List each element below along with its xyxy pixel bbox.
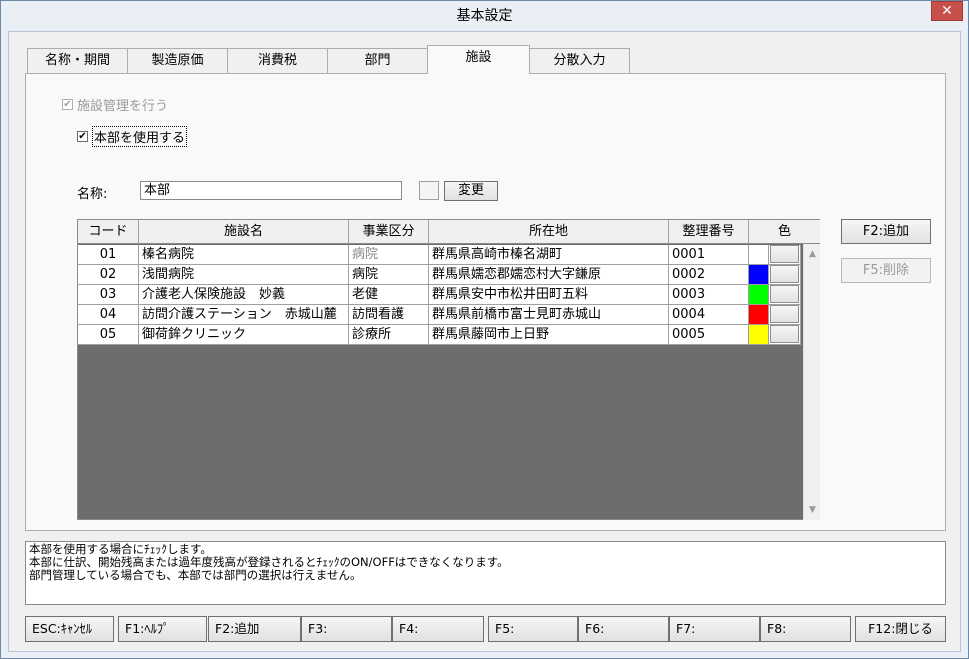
cell-ref-no: 0003 xyxy=(669,285,749,305)
row-color-swatch xyxy=(749,265,769,284)
headquarters-color-swatch xyxy=(419,181,439,200)
esc-cancel-button[interactable]: ESC:ｷｬﾝｾﾙ xyxy=(25,616,114,642)
cell-name: 介護老人保険施設 妙義 xyxy=(139,285,349,305)
cell-ref-no: 0005 xyxy=(669,325,749,345)
facility-table: コード 施設名 事業区分 所在地 整理番号 色 01 榛名病院 病院 群馬県高崎… xyxy=(77,219,820,520)
tab-facility[interactable]: 施設 xyxy=(427,45,530,74)
cell-address: 群馬県高崎市榛名湖町 xyxy=(429,245,669,265)
add-facility-button[interactable]: F2:追加 xyxy=(841,219,931,244)
delete-facility-button[interactable]: F5:削除 xyxy=(841,258,931,283)
tab-name-period[interactable]: 名称・期間 xyxy=(27,48,128,74)
table-row[interactable]: 02 浅間病院 病院 群馬県嬬恋郡嬬恋村大字鎌原 0002 xyxy=(78,265,801,285)
f6-button[interactable]: F6: xyxy=(578,616,669,642)
cell-color xyxy=(749,245,801,265)
f2-add-button[interactable]: F2:追加 xyxy=(208,616,301,642)
use-headquarters-label: 本部を使用する xyxy=(92,126,188,147)
cell-name: 御荷鉾クリニック xyxy=(139,325,349,345)
f3-button[interactable]: F3: xyxy=(301,616,392,642)
scroll-down-icon[interactable]: ▼ xyxy=(804,502,821,518)
row-color-swatch xyxy=(749,305,769,324)
change-button[interactable]: 変更 xyxy=(444,181,498,201)
scroll-up-icon[interactable]: ▲ xyxy=(804,246,821,262)
cell-color xyxy=(749,265,801,285)
title-bar: 基本設定 ✕ xyxy=(1,1,968,31)
help-message-line: 部門管理している場合でも、本部では部門の選択は行えません。 xyxy=(29,568,362,582)
cell-category: 病院 xyxy=(349,265,429,285)
cell-code: 03 xyxy=(78,285,139,305)
col-header-color: 色 xyxy=(777,224,791,239)
tab-consumption-tax[interactable]: 消費税 xyxy=(227,48,328,74)
tab-distributed-input[interactable]: 分散入力 xyxy=(529,48,630,74)
cell-color xyxy=(749,285,801,305)
cell-code: 02 xyxy=(78,265,139,285)
row-color-swatch xyxy=(749,325,769,344)
close-button[interactable]: ✕ xyxy=(931,1,963,21)
color-pick-button[interactable] xyxy=(770,325,799,343)
tab-department[interactable]: 部門 xyxy=(327,48,428,74)
cell-category: 訪問看護 xyxy=(349,305,429,325)
cell-name: 訪問介護ステーション 赤城山麓 xyxy=(139,305,349,325)
color-pick-button[interactable] xyxy=(770,245,799,263)
cell-code: 01 xyxy=(78,245,139,265)
use-headquarters-checkbox[interactable]: ✔ xyxy=(77,131,88,142)
help-message-box: 本部を使用する場合にﾁｪｯｸします。 本部に仕訳、開始残高または過年度残高が登録… xyxy=(25,541,946,605)
cell-address: 群馬県前橋市富士見町赤城山 xyxy=(429,305,669,325)
manage-facility-label: 施設管理を行う xyxy=(77,99,169,114)
cell-name: 榛名病院 xyxy=(139,245,349,265)
cell-code: 04 xyxy=(78,305,139,325)
f1-help-button[interactable]: F1:ﾍﾙﾌﾟ xyxy=(118,616,207,642)
col-header-code: コード xyxy=(78,220,139,244)
col-header-address: 所在地 xyxy=(429,220,669,244)
tab-label: 部門 xyxy=(364,53,391,68)
col-header-name: 施設名 xyxy=(139,220,349,244)
table-header: コード 施設名 事業区分 所在地 整理番号 色 xyxy=(78,220,820,244)
color-pick-button[interactable] xyxy=(770,265,799,283)
f5-button[interactable]: F5: xyxy=(488,616,578,642)
tab-label: 製造原価 xyxy=(151,53,204,68)
f7-button[interactable]: F7: xyxy=(669,616,760,642)
client-area: 名称・期間 製造原価 消費税 部門 施設 分散入力 ✔ 施設管理を行う ✔ 本部… xyxy=(8,31,961,652)
close-icon: ✕ xyxy=(941,3,953,19)
cell-category: 病院 xyxy=(349,245,429,265)
cell-category: 診療所 xyxy=(349,325,429,345)
cell-ref-no: 0001 xyxy=(669,245,749,265)
table-row[interactable]: 04 訪問介護ステーション 赤城山麓 訪問看護 群馬県前橋市富士見町赤城山 00… xyxy=(78,305,801,325)
cell-code: 05 xyxy=(78,325,139,345)
cell-address: 群馬県嬬恋郡嬬恋村大字鎌原 xyxy=(429,265,669,285)
f8-button[interactable]: F8: xyxy=(760,616,851,642)
tab-label: 消費税 xyxy=(257,53,297,68)
f12-close-button[interactable]: F12:閉じる xyxy=(855,616,946,642)
manage-facility-checkbox-row: ✔ 施設管理を行う xyxy=(62,95,168,114)
cell-ref-no: 0002 xyxy=(669,265,749,285)
table-row[interactable]: 05 御荷鉾クリニック 診療所 群馬県藤岡市上日野 0005 xyxy=(78,325,801,345)
cell-address: 群馬県安中市松井田町五料 xyxy=(429,285,669,305)
headquarters-name-input[interactable]: 本部 xyxy=(140,181,402,200)
manage-facility-checkbox[interactable]: ✔ xyxy=(62,99,73,110)
table-row[interactable]: 03 介護老人保険施設 妙義 老健 群馬県安中市松井田町五料 0003 xyxy=(78,285,801,305)
use-headquarters-checkbox-row: ✔ 本部を使用する xyxy=(77,126,188,147)
facility-panel: ✔ 施設管理を行う ✔ 本部を使用する 名称: 本部 変更 コード 施設名 事業… xyxy=(25,73,946,531)
row-color-swatch xyxy=(749,285,769,304)
name-label: 名称: xyxy=(77,187,108,202)
f4-button[interactable]: F4: xyxy=(392,616,484,642)
tab-label: 施設 xyxy=(465,50,492,65)
col-header-ref-no: 整理番号 xyxy=(669,220,749,244)
cell-name: 浅間病院 xyxy=(139,265,349,285)
color-pick-button[interactable] xyxy=(770,285,799,303)
tab-label: 分散入力 xyxy=(553,53,606,68)
table-scrollbar[interactable]: ▲ ▼ xyxy=(803,244,820,520)
color-pick-button[interactable] xyxy=(770,305,799,323)
table-row[interactable]: 01 榛名病院 病院 群馬県高崎市榛名湖町 0001 xyxy=(78,245,801,265)
row-color-swatch xyxy=(749,245,769,264)
tab-manufacturing-cost[interactable]: 製造原価 xyxy=(127,48,228,74)
cell-address: 群馬県藤岡市上日野 xyxy=(429,325,669,345)
window-title: 基本設定 xyxy=(456,8,513,24)
tab-label: 名称・期間 xyxy=(44,53,110,68)
cell-color xyxy=(749,325,801,345)
settings-window: 基本設定 ✕ 名称・期間 製造原価 消費税 部門 施設 分散入力 ✔ 施設管理を… xyxy=(0,0,969,659)
cell-category: 老健 xyxy=(349,285,429,305)
cell-color xyxy=(749,305,801,325)
col-header-category: 事業区分 xyxy=(349,220,429,244)
cell-ref-no: 0004 xyxy=(669,305,749,325)
